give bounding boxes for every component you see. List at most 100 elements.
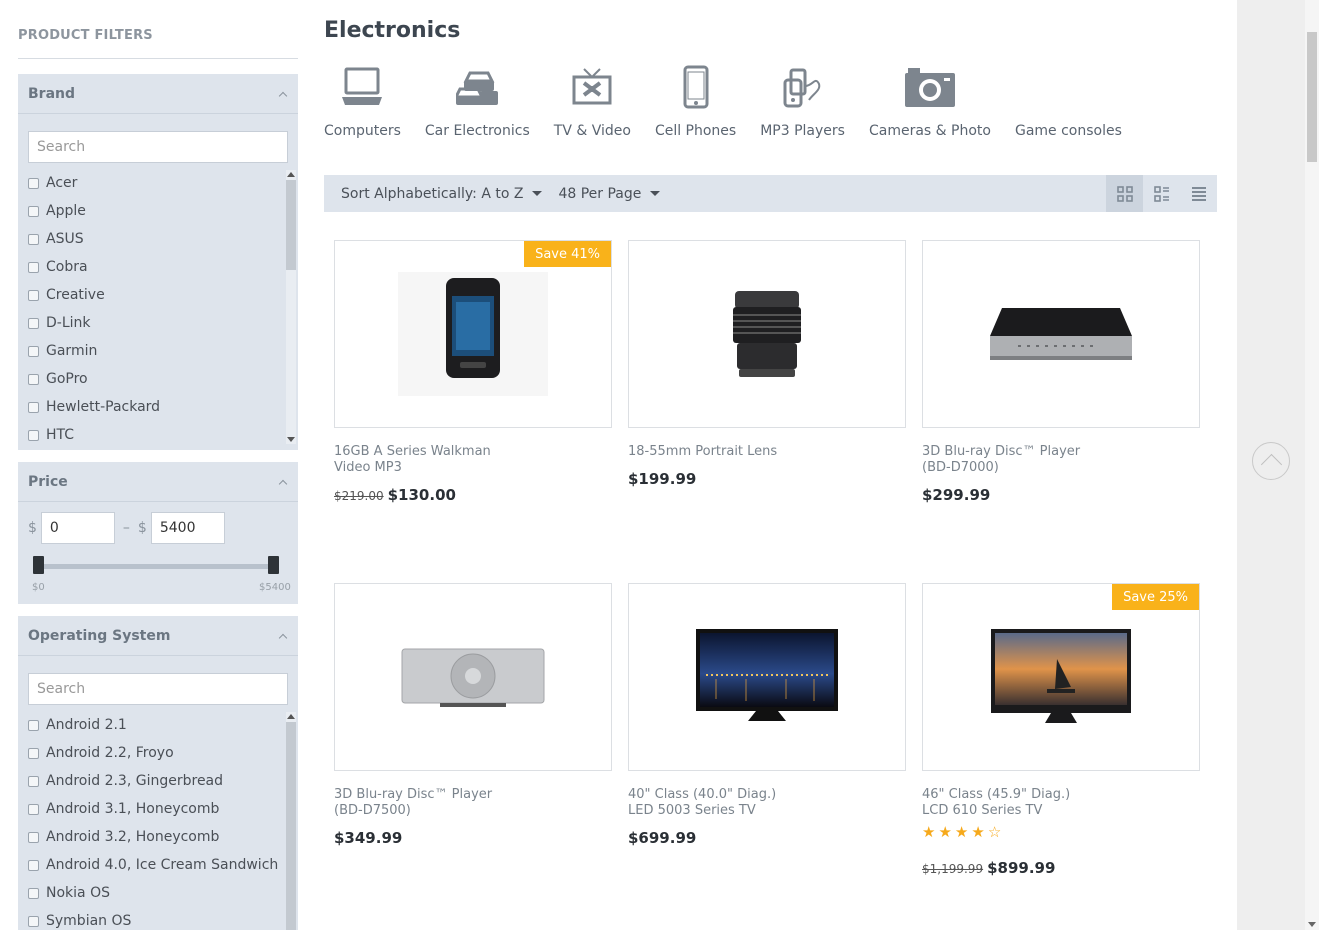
price-filter-title: Price <box>28 473 68 490</box>
product-image[interactable] <box>628 583 906 771</box>
sort-select[interactable]: Sort Alphabetically: A to Z <box>341 186 543 202</box>
os-filter-header[interactable]: Operating System <box>18 616 298 656</box>
product-image[interactable]: Save 25% <box>922 583 1200 771</box>
back-to-top-button[interactable] <box>1252 442 1290 480</box>
product-name[interactable]: 3D Blu-ray Disc™ Player (BD-D7500) <box>334 787 612 819</box>
brand-search-input[interactable]: Search <box>28 131 288 163</box>
checkbox[interactable] <box>28 261 39 273</box>
os-item[interactable]: Android 3.2, Honeycomb <box>28 823 298 851</box>
checkbox[interactable] <box>28 317 39 329</box>
per-page-select[interactable]: 48 Per Page <box>558 186 661 202</box>
brand-item-asus[interactable]: ASUS <box>28 225 298 253</box>
category-tv-video[interactable]: TV & Video <box>554 62 631 139</box>
checkbox[interactable] <box>28 859 39 871</box>
product-card[interactable]: 3D Blu-ray Disc™ Player (BD-D7500) $349.… <box>334 583 612 847</box>
checkbox[interactable] <box>28 345 39 357</box>
os-item[interactable]: Android 2.3, Gingerbread <box>28 767 298 795</box>
price-slider-min-handle[interactable] <box>33 556 44 574</box>
category-cameras-photo[interactable]: Cameras & Photo <box>869 62 991 139</box>
list-view-button[interactable] <box>1143 175 1180 212</box>
checkbox[interactable] <box>28 775 39 787</box>
os-item[interactable]: Android 3.1, Honeycomb <box>28 795 298 823</box>
brand-item-hp[interactable]: Hewlett-Packard <box>28 393 298 421</box>
scroll-down-icon[interactable] <box>287 437 295 442</box>
os-item[interactable]: Android 4.0, Ice Cream Sandwich <box>28 851 298 879</box>
product-name[interactable]: 46" Class (45.9" Diag.) LCD 610 Series T… <box>922 787 1200 819</box>
scroll-down-icon[interactable] <box>1308 922 1316 927</box>
chevron-up-icon[interactable] <box>278 477 288 487</box>
os-filter-panel: Operating System Search Android 2.1 Andr… <box>18 616 298 930</box>
price-slider-max-handle[interactable] <box>268 556 279 574</box>
os-search-input[interactable]: Search <box>28 673 288 705</box>
brand-filter-header[interactable]: Brand <box>18 74 298 114</box>
checkbox[interactable] <box>28 401 39 413</box>
category-car-electronics[interactable]: Car Electronics <box>425 62 530 139</box>
brand-item-apple[interactable]: Apple <box>28 197 298 225</box>
compact-list-view-button[interactable] <box>1180 175 1217 212</box>
scroll-up-icon[interactable] <box>287 172 295 177</box>
scroll-up-icon[interactable] <box>287 714 295 719</box>
checkbox[interactable] <box>28 429 39 441</box>
price-slider-track[interactable] <box>38 564 274 569</box>
brand-item-garmin[interactable]: Garmin <box>28 337 298 365</box>
product-card[interactable]: 3D Blu-ray Disc™ Player (BD-D7000) $299.… <box>922 240 1200 504</box>
category-mp3-players[interactable]: MP3 Players <box>760 62 845 139</box>
brand-item-htc[interactable]: HTC <box>28 421 298 449</box>
checkbox[interactable] <box>28 803 39 815</box>
product-name[interactable]: 3D Blu-ray Disc™ Player (BD-D7000) <box>922 444 1200 476</box>
product-image[interactable]: Save 41% <box>334 240 612 428</box>
category-cell-phones[interactable]: Cell Phones <box>655 62 736 139</box>
star-filled-icon: ★ <box>938 823 952 841</box>
scrollbar-thumb[interactable] <box>1307 32 1317 162</box>
product-image[interactable] <box>334 583 612 771</box>
checkbox[interactable] <box>28 887 39 899</box>
grid-view-button[interactable] <box>1106 175 1143 212</box>
os-item[interactable]: Symbian OS <box>28 907 298 930</box>
page-scrollbar[interactable] <box>1305 0 1319 930</box>
chevron-up-icon[interactable] <box>278 89 288 99</box>
product-image[interactable] <box>922 240 1200 428</box>
brand-label: ASUS <box>46 231 84 247</box>
checkbox[interactable] <box>28 289 39 301</box>
product-name[interactable]: 16GB A Series Walkman Video MP3 <box>334 444 612 476</box>
product-card[interactable]: 40" Class (40.0" Diag.) LED 5003 Series … <box>628 583 906 847</box>
checkbox[interactable] <box>28 233 39 245</box>
tv-icon <box>572 62 612 112</box>
checkbox[interactable] <box>28 915 39 927</box>
product-card[interactable]: 18-55mm Portrait Lens $199.99 <box>628 240 906 488</box>
brand-item-cobra[interactable]: Cobra <box>28 253 298 281</box>
os-filter-title: Operating System <box>28 627 171 644</box>
brand-item-creative[interactable]: Creative <box>28 281 298 309</box>
product-price-row: $1,199.99 $899.99 <box>922 859 1200 877</box>
category-game-consoles[interactable]: Game consoles <box>1015 62 1122 139</box>
price-max-input[interactable]: 5400 <box>150 512 225 544</box>
os-label: Nokia OS <box>46 885 110 901</box>
brand-item-dlink[interactable]: D-Link <box>28 309 298 337</box>
product-card[interactable]: Save 41% 16GB A Series Walkman Video MP3… <box>334 240 612 504</box>
brand-list-scrollbar[interactable] <box>286 170 296 444</box>
product-name[interactable]: 40" Class (40.0" Diag.) LED 5003 Series … <box>628 787 906 819</box>
brand-item-acer[interactable]: Acer <box>28 169 298 197</box>
checkbox[interactable] <box>28 719 39 731</box>
checkbox[interactable] <box>28 831 39 843</box>
price-min-input[interactable]: 0 <box>40 512 115 544</box>
os-item[interactable]: Android 2.1 <box>28 711 298 739</box>
checkbox[interactable] <box>28 373 39 385</box>
os-list: Android 2.1 Android 2.2, Froyo Android 2… <box>28 711 298 930</box>
product-image[interactable] <box>628 240 906 428</box>
checkbox[interactable] <box>28 177 39 189</box>
os-item[interactable]: Android 2.2, Froyo <box>28 739 298 767</box>
scrollbar-thumb[interactable] <box>286 722 296 930</box>
checkbox[interactable] <box>28 747 39 759</box>
price-filter-header[interactable]: Price <box>18 462 298 502</box>
os-item[interactable]: Nokia OS <box>28 879 298 907</box>
product-card[interactable]: Save 25% 46" Class (45.9" Diag.) LCD 610… <box>922 583 1200 877</box>
brand-item-gopro[interactable]: GoPro <box>28 365 298 393</box>
scrollbar-thumb[interactable] <box>286 180 296 270</box>
checkbox[interactable] <box>28 205 39 217</box>
brand-label: Garmin <box>46 343 98 359</box>
category-computers[interactable]: Computers <box>324 62 401 139</box>
os-list-scrollbar[interactable] <box>286 712 296 930</box>
bluray-player-image <box>990 308 1132 360</box>
chevron-up-icon[interactable] <box>278 631 288 641</box>
